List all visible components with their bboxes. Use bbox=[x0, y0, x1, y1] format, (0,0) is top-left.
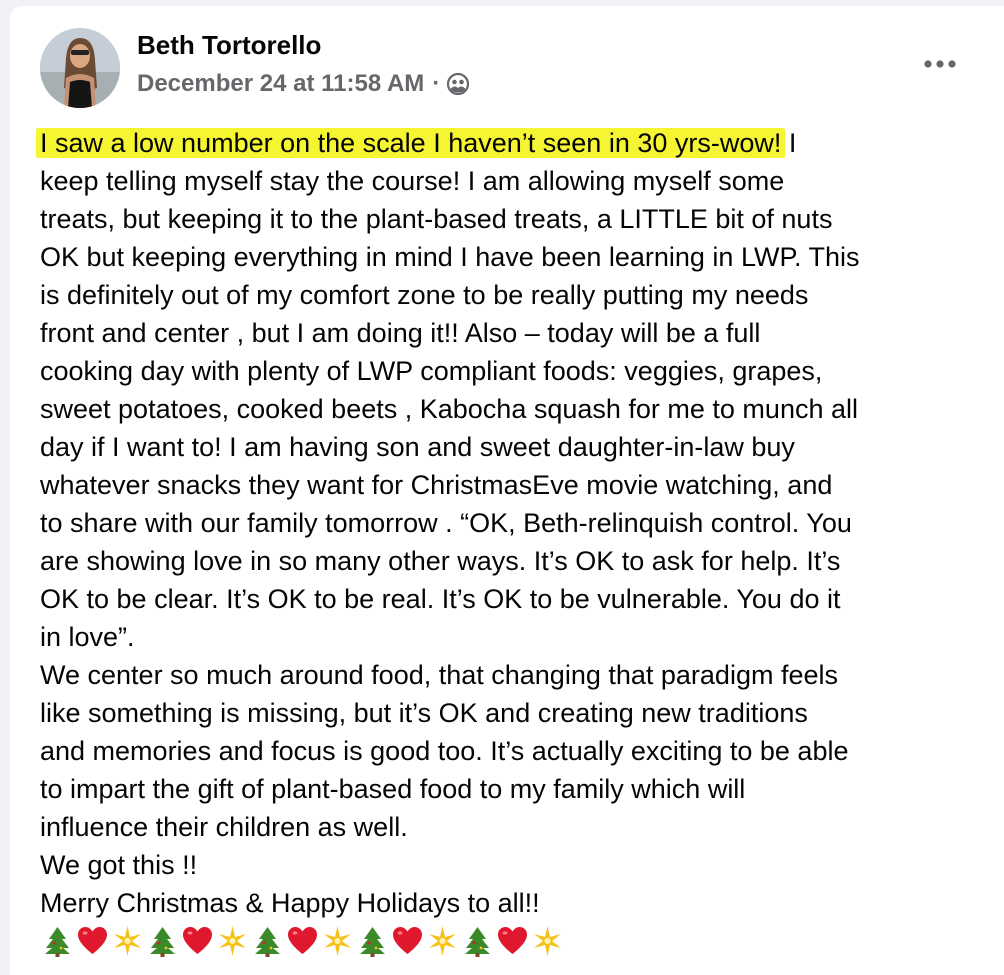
post-line: is definitely out of my comfort zone to … bbox=[40, 280, 809, 310]
post-body: I saw a low number on the scale I haven’… bbox=[40, 124, 990, 960]
post-line: influence their children as well. bbox=[40, 812, 408, 842]
heart-icon bbox=[495, 924, 530, 958]
christmas-tree-icon bbox=[355, 924, 390, 958]
post-line: and memories and focus is good too. It’s… bbox=[40, 736, 849, 766]
post-line: OK to be clear. It’s OK to be real. It’s… bbox=[40, 584, 841, 614]
sparkle-icon bbox=[215, 924, 250, 958]
post-line: keep telling myself stay the course! I a… bbox=[40, 166, 785, 196]
more-options-icon[interactable] bbox=[918, 50, 962, 78]
post-line: treats, but keeping it to the plant-base… bbox=[40, 204, 833, 234]
post-line: to impart the gift of plant-based food t… bbox=[40, 774, 746, 804]
author-name[interactable]: Beth Tortorello bbox=[137, 30, 321, 61]
post-line: OK but keeping everything in mind I have… bbox=[40, 242, 860, 272]
post-line: in love”. bbox=[40, 622, 135, 652]
post-timestamp[interactable]: December 24 at 11:58 AM bbox=[137, 70, 424, 98]
sparkle-icon bbox=[110, 924, 145, 958]
heart-icon bbox=[75, 924, 110, 958]
sparkle-icon bbox=[425, 924, 460, 958]
heart-icon bbox=[180, 924, 215, 958]
post-line-text: I bbox=[781, 128, 797, 158]
post-line: cooking day with plenty of LWP compliant… bbox=[40, 356, 823, 386]
christmas-tree-icon bbox=[145, 924, 180, 958]
heart-icon bbox=[390, 924, 425, 958]
friends-icon[interactable] bbox=[446, 72, 470, 96]
post-line: whatever snacks they want for ChristmasE… bbox=[40, 470, 833, 500]
post-line: like something is missing, but it’s OK a… bbox=[40, 698, 808, 728]
post-line: day if I want to! I am having son and sw… bbox=[40, 432, 795, 462]
post-line: We center so much around food, that chan… bbox=[40, 660, 838, 690]
emoji-row bbox=[40, 922, 990, 960]
post-line: are showing love in so many other ways. … bbox=[40, 546, 841, 576]
christmas-tree-icon bbox=[460, 924, 495, 958]
post-line: front and center , but I am doing it!! A… bbox=[40, 318, 761, 348]
post-line: I saw a low number on the scale I haven’… bbox=[40, 124, 990, 162]
post-meta: December 24 at 11:58 AM · bbox=[137, 70, 470, 98]
author-avatar[interactable] bbox=[40, 28, 120, 108]
heart-icon bbox=[285, 924, 320, 958]
meta-separator: · bbox=[432, 70, 441, 97]
post-line: sweet potatoes, cooked beets , Kabocha s… bbox=[40, 394, 858, 424]
highlighted-text: I saw a low number on the scale I haven’… bbox=[40, 128, 782, 158]
post-line: Merry Christmas & Happy Holidays to all!… bbox=[40, 888, 540, 918]
christmas-tree-icon bbox=[250, 924, 285, 958]
sparkle-icon bbox=[530, 924, 565, 958]
post-line: to share with our family tomorrow . “OK,… bbox=[40, 508, 852, 538]
avatar-photo bbox=[40, 28, 120, 108]
sparkle-icon bbox=[320, 924, 355, 958]
post-line: We got this !! bbox=[40, 850, 198, 880]
christmas-tree-icon bbox=[40, 924, 75, 958]
